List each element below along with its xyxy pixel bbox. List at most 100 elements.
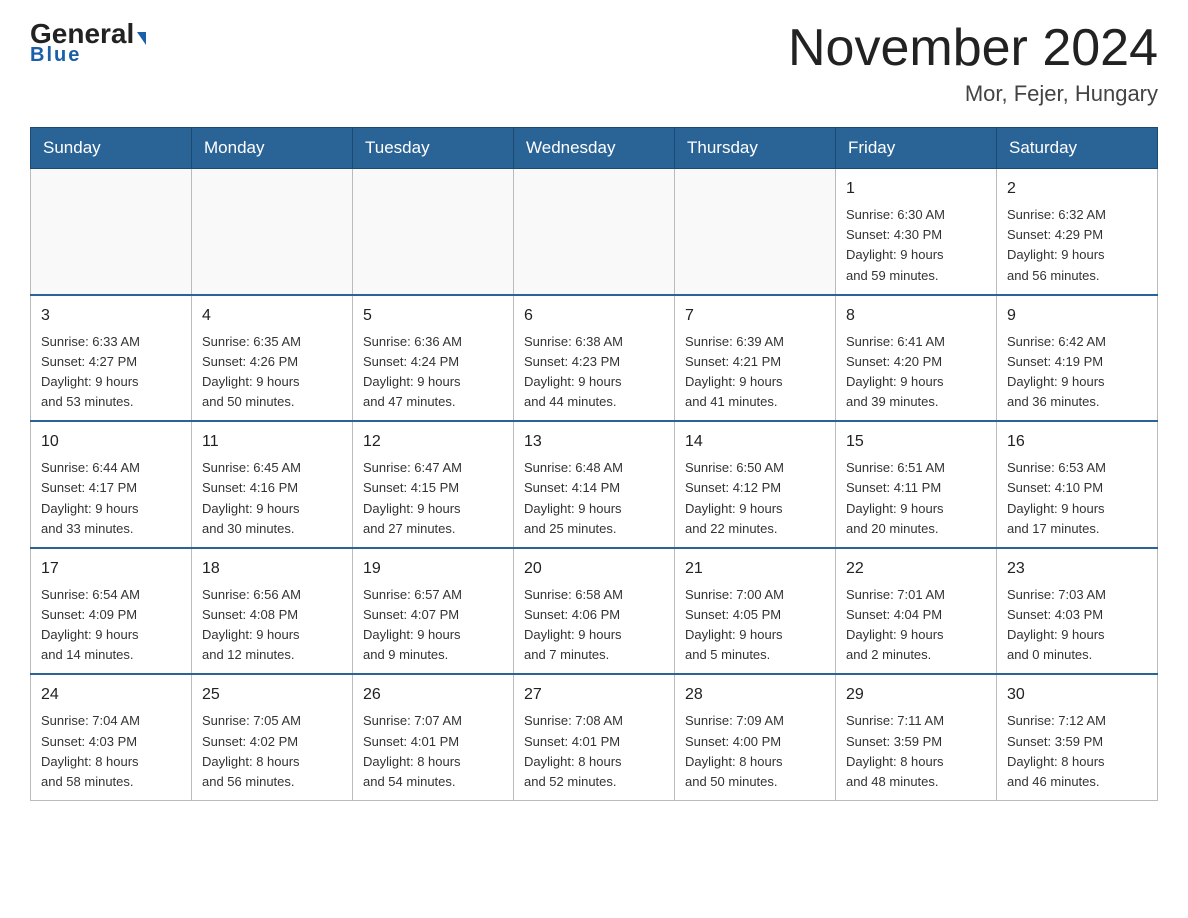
logo: General Blue [30, 20, 146, 67]
calendar-cell: 13 Sunrise: 6:48 AM Sunset: 4:14 PM Dayli… [514, 421, 675, 548]
calendar-cell: 21 Sunrise: 7:00 AM Sunset: 4:05 PM Dayli… [675, 548, 836, 675]
logo-blue: Blue [30, 44, 81, 67]
weekday-header: Wednesday [514, 128, 675, 169]
calendar-cell: 25Sunrise: 7:05 AM Sunset: 4:02 PM Dayli… [192, 674, 353, 800]
calendar-cell: 6 Sunrise: 6:38 AM Sunset: 4:23 PM Daylig… [514, 295, 675, 422]
calendar-cell [192, 169, 353, 295]
calendar-cell [31, 169, 192, 295]
day-info: Sunrise: 6:33 AM Sunset: 4:27 PM Dayligh… [41, 332, 181, 413]
day-info: Sunrise: 7:08 AM Sunset: 4:01 PM Dayligh… [524, 711, 664, 792]
day-number: 14 [685, 430, 825, 454]
weekday-header: Sunday [31, 128, 192, 169]
day-info: Sunrise: 6:53 AM Sunset: 4:10 PM Dayligh… [1007, 458, 1147, 539]
day-number: 25 [202, 683, 342, 707]
day-number: 21 [685, 557, 825, 581]
weekday-header: Monday [192, 128, 353, 169]
calendar-cell: 22 Sunrise: 7:01 AM Sunset: 4:04 PM Dayli… [836, 548, 997, 675]
day-info: Sunrise: 6:36 AM Sunset: 4:24 PM Dayligh… [363, 332, 503, 413]
calendar-cell: 7Sunrise: 6:39 AM Sunset: 4:21 PM Daylig… [675, 295, 836, 422]
weekday-header: Thursday [675, 128, 836, 169]
calendar-cell [675, 169, 836, 295]
day-number: 8 [846, 304, 986, 328]
day-number: 4 [202, 304, 342, 328]
calendar-week-row: 10Sunrise: 6:44 AM Sunset: 4:17 PM Dayli… [31, 421, 1158, 548]
calendar-cell [514, 169, 675, 295]
weekday-header-row: SundayMondayTuesdayWednesdayThursdayFrid… [31, 128, 1158, 169]
day-number: 3 [41, 304, 181, 328]
day-number: 19 [363, 557, 503, 581]
day-number: 2 [1007, 177, 1147, 201]
day-info: Sunrise: 7:00 AM Sunset: 4:05 PM Dayligh… [685, 585, 825, 666]
calendar-cell: 19 Sunrise: 6:57 AM Sunset: 4:07 PM Dayli… [353, 548, 514, 675]
day-info: Sunrise: 7:04 AM Sunset: 4:03 PM Dayligh… [41, 711, 181, 792]
calendar-week-row: 1Sunrise: 6:30 AM Sunset: 4:30 PM Daylig… [31, 169, 1158, 295]
calendar-cell: 18 Sunrise: 6:56 AM Sunset: 4:08 PM Dayli… [192, 548, 353, 675]
day-number: 29 [846, 683, 986, 707]
calendar-cell: 26Sunrise: 7:07 AM Sunset: 4:01 PM Dayli… [353, 674, 514, 800]
calendar-cell: 28 Sunrise: 7:09 AM Sunset: 4:00 PM Dayli… [675, 674, 836, 800]
calendar-cell: 11Sunrise: 6:45 AM Sunset: 4:16 PM Dayli… [192, 421, 353, 548]
day-number: 18 [202, 557, 342, 581]
page-header: General Blue November 2024 Mor, Fejer, H… [30, 20, 1158, 107]
day-info: Sunrise: 6:54 AM Sunset: 4:09 PM Dayligh… [41, 585, 181, 666]
day-number: 30 [1007, 683, 1147, 707]
weekday-header: Saturday [997, 128, 1158, 169]
calendar-table: SundayMondayTuesdayWednesdayThursdayFrid… [30, 127, 1158, 801]
calendar-cell: 9Sunrise: 6:42 AM Sunset: 4:19 PM Daylig… [997, 295, 1158, 422]
calendar-cell: 24 Sunrise: 7:04 AM Sunset: 4:03 PM Dayli… [31, 674, 192, 800]
month-title: November 2024 [788, 20, 1158, 77]
day-info: Sunrise: 6:45 AM Sunset: 4:16 PM Dayligh… [202, 458, 342, 539]
calendar-cell: 3 Sunrise: 6:33 AM Sunset: 4:27 PM Daylig… [31, 295, 192, 422]
calendar-cell: 2 Sunrise: 6:32 AM Sunset: 4:29 PM Daylig… [997, 169, 1158, 295]
day-info: Sunrise: 6:56 AM Sunset: 4:08 PM Dayligh… [202, 585, 342, 666]
day-info: Sunrise: 6:58 AM Sunset: 4:06 PM Dayligh… [524, 585, 664, 666]
day-info: Sunrise: 6:50 AM Sunset: 4:12 PM Dayligh… [685, 458, 825, 539]
day-number: 15 [846, 430, 986, 454]
calendar-cell: 27 Sunrise: 7:08 AM Sunset: 4:01 PM Dayli… [514, 674, 675, 800]
day-info: Sunrise: 7:07 AM Sunset: 4:01 PM Dayligh… [363, 711, 503, 792]
day-info: Sunrise: 7:11 AM Sunset: 3:59 PM Dayligh… [846, 711, 986, 792]
day-number: 13 [524, 430, 664, 454]
location-title: Mor, Fejer, Hungary [788, 81, 1158, 107]
calendar-cell: 8 Sunrise: 6:41 AM Sunset: 4:20 PM Daylig… [836, 295, 997, 422]
weekday-header: Tuesday [353, 128, 514, 169]
calendar-cell: 20Sunrise: 6:58 AM Sunset: 4:06 PM Dayli… [514, 548, 675, 675]
day-info: Sunrise: 6:48 AM Sunset: 4:14 PM Dayligh… [524, 458, 664, 539]
day-number: 12 [363, 430, 503, 454]
day-info: Sunrise: 7:09 AM Sunset: 4:00 PM Dayligh… [685, 711, 825, 792]
day-info: Sunrise: 6:32 AM Sunset: 4:29 PM Dayligh… [1007, 205, 1147, 286]
day-info: Sunrise: 6:57 AM Sunset: 4:07 PM Dayligh… [363, 585, 503, 666]
day-number: 1 [846, 177, 986, 201]
calendar-cell: 30 Sunrise: 7:12 AM Sunset: 3:59 PM Dayli… [997, 674, 1158, 800]
day-info: Sunrise: 6:38 AM Sunset: 4:23 PM Dayligh… [524, 332, 664, 413]
day-number: 28 [685, 683, 825, 707]
calendar-week-row: 24 Sunrise: 7:04 AM Sunset: 4:03 PM Dayli… [31, 674, 1158, 800]
day-number: 24 [41, 683, 181, 707]
day-number: 6 [524, 304, 664, 328]
day-info: Sunrise: 6:42 AM Sunset: 4:19 PM Dayligh… [1007, 332, 1147, 413]
day-number: 23 [1007, 557, 1147, 581]
day-info: Sunrise: 6:51 AM Sunset: 4:11 PM Dayligh… [846, 458, 986, 539]
calendar-cell: 15 Sunrise: 6:51 AM Sunset: 4:11 PM Dayli… [836, 421, 997, 548]
day-info: Sunrise: 6:44 AM Sunset: 4:17 PM Dayligh… [41, 458, 181, 539]
day-number: 22 [846, 557, 986, 581]
calendar-cell: 1Sunrise: 6:30 AM Sunset: 4:30 PM Daylig… [836, 169, 997, 295]
calendar-cell: 23 Sunrise: 7:03 AM Sunset: 4:03 PM Dayli… [997, 548, 1158, 675]
calendar-cell: 10Sunrise: 6:44 AM Sunset: 4:17 PM Dayli… [31, 421, 192, 548]
calendar-cell: 12 Sunrise: 6:47 AM Sunset: 4:15 PM Dayli… [353, 421, 514, 548]
calendar-week-row: 3 Sunrise: 6:33 AM Sunset: 4:27 PM Daylig… [31, 295, 1158, 422]
day-info: Sunrise: 7:12 AM Sunset: 3:59 PM Dayligh… [1007, 711, 1147, 792]
day-number: 5 [363, 304, 503, 328]
day-info: Sunrise: 7:03 AM Sunset: 4:03 PM Dayligh… [1007, 585, 1147, 666]
calendar-cell: 17 Sunrise: 6:54 AM Sunset: 4:09 PM Dayli… [31, 548, 192, 675]
day-info: Sunrise: 6:47 AM Sunset: 4:15 PM Dayligh… [363, 458, 503, 539]
calendar-week-row: 17 Sunrise: 6:54 AM Sunset: 4:09 PM Dayli… [31, 548, 1158, 675]
day-number: 27 [524, 683, 664, 707]
day-number: 17 [41, 557, 181, 581]
calendar-cell: 14 Sunrise: 6:50 AM Sunset: 4:12 PM Dayli… [675, 421, 836, 548]
day-info: Sunrise: 7:01 AM Sunset: 4:04 PM Dayligh… [846, 585, 986, 666]
calendar-cell [353, 169, 514, 295]
calendar-cell: 5 Sunrise: 6:36 AM Sunset: 4:24 PM Daylig… [353, 295, 514, 422]
calendar-cell: 4Sunrise: 6:35 AM Sunset: 4:26 PM Daylig… [192, 295, 353, 422]
day-info: Sunrise: 6:41 AM Sunset: 4:20 PM Dayligh… [846, 332, 986, 413]
